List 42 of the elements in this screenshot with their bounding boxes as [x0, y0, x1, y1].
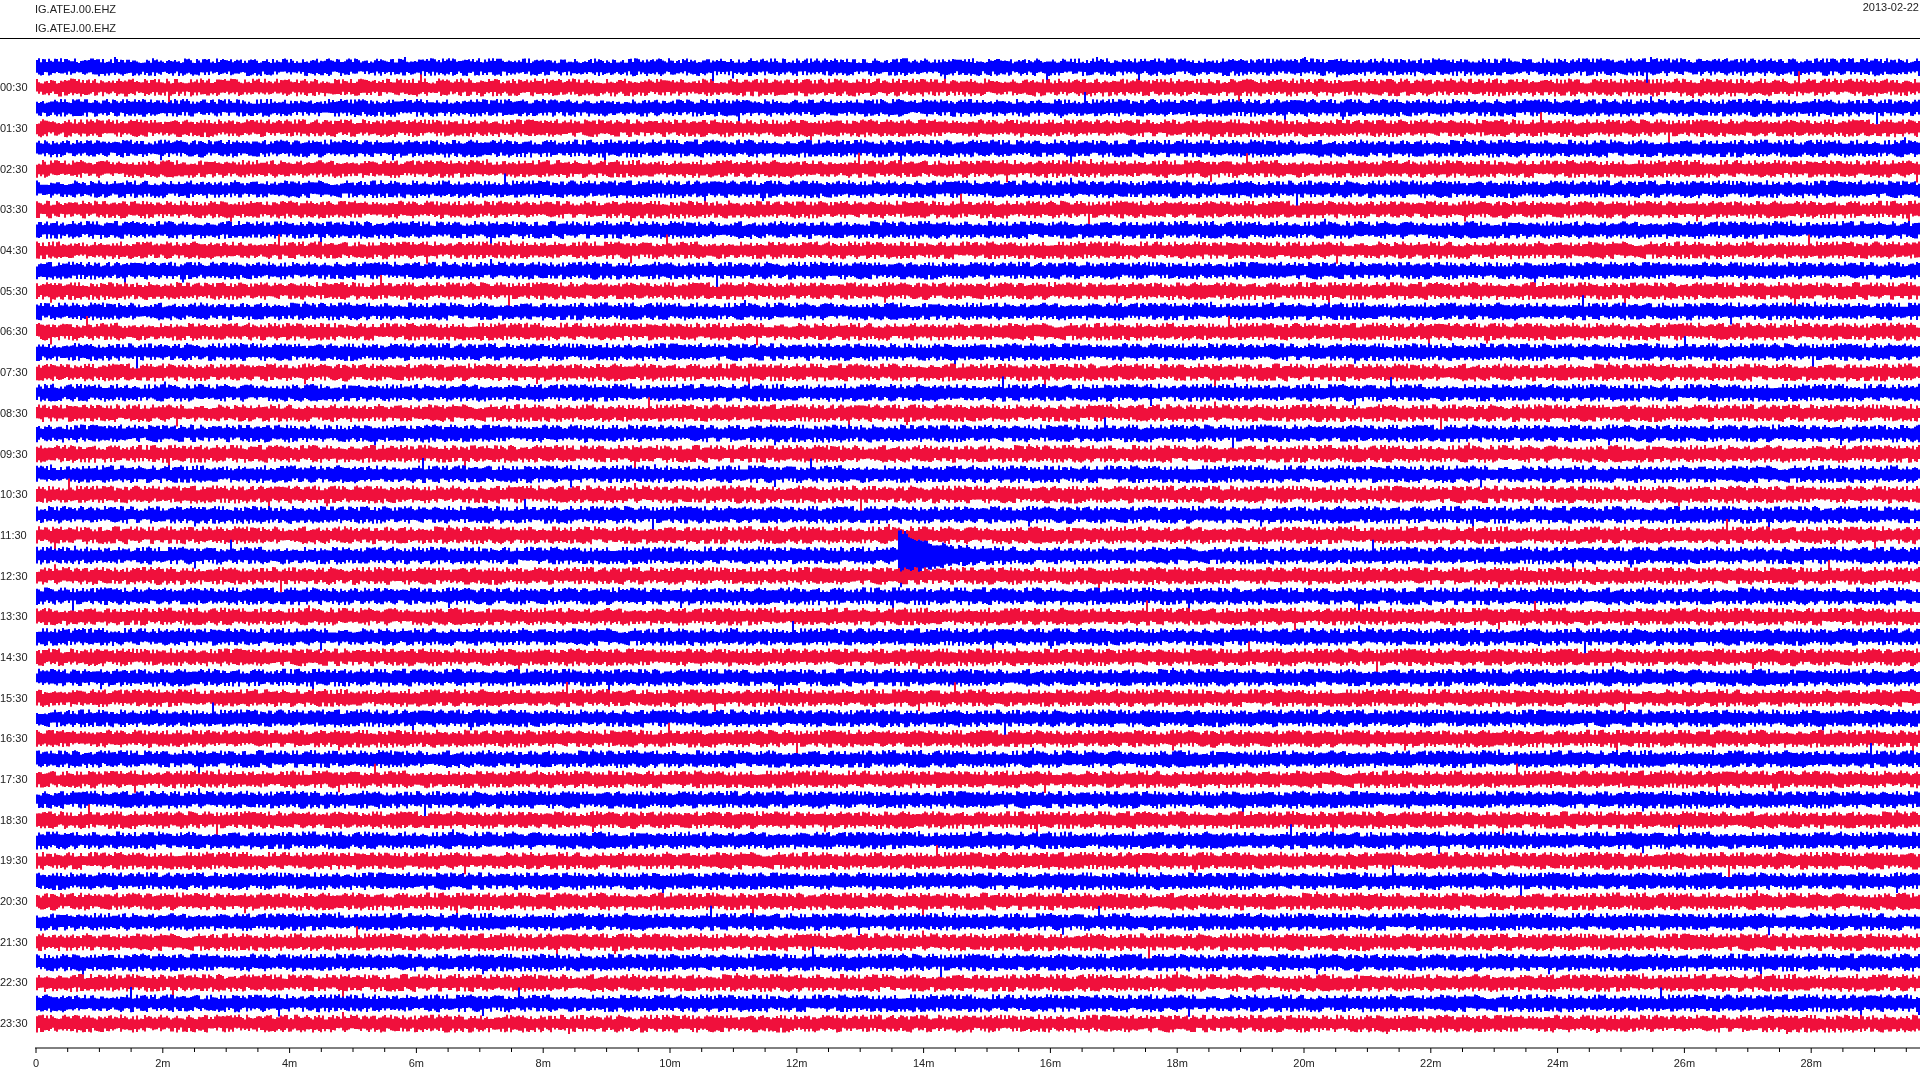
hour-label: 19:30: [0, 854, 28, 867]
tick-label: 20m: [1293, 1057, 1315, 1069]
hour-label: 02:30: [0, 162, 28, 175]
hour-label: 03:30: [0, 203, 28, 216]
hour-label: 15:30: [0, 691, 28, 704]
hour-label: 12:30: [0, 569, 28, 582]
tick-label: 6m: [408, 1057, 425, 1069]
hour-label: 11:30: [0, 528, 27, 541]
tick-label: 2m: [155, 1057, 171, 1069]
hour-label: 18:30: [0, 813, 28, 826]
hour-label: 00:30: [0, 81, 28, 94]
tick-label: 28m: [1800, 1057, 1822, 1069]
hour-label: 20:30: [0, 895, 28, 908]
station-label: IG.ATEJ.00.EHZ: [35, 2, 117, 17]
tick-label: 14m: [912, 1057, 935, 1069]
hour-label: 05:30: [0, 284, 28, 297]
hour-label: 17:30: [0, 773, 28, 786]
hour-label: 01:30: [0, 122, 28, 135]
hour-label: 09:30: [0, 447, 28, 460]
tick-label: 22m: [1420, 1057, 1442, 1069]
tick-label: 10m: [659, 1057, 681, 1069]
tick-label: 0: [32, 1057, 40, 1069]
hour-label: 04:30: [0, 244, 28, 257]
tick-label: 4m: [281, 1057, 298, 1069]
tick-label: 24m: [1546, 1057, 1569, 1069]
hour-label: 10:30: [0, 488, 28, 501]
hour-label: 22:30: [0, 976, 28, 989]
hour-label: 08:30: [0, 406, 28, 419]
tick-label: 26m: [1673, 1057, 1696, 1069]
tick-label: 12m: [786, 1057, 808, 1069]
tick-label: 18m: [1166, 1057, 1188, 1069]
hour-label: 07:30: [0, 366, 28, 379]
tick-label: 8m: [535, 1057, 551, 1069]
hour-label: 14:30: [0, 650, 28, 663]
date-label: 2013-02-22: [1862, 0, 1920, 15]
hour-label: 16:30: [0, 732, 28, 745]
hour-label: 23:30: [0, 1017, 28, 1030]
hour-label: 21:30: [0, 935, 28, 948]
tick-label: 16m: [1039, 1057, 1062, 1069]
station-label: IG.ATEJ.00.EHZ: [35, 21, 117, 36]
hour-label: 06:30: [0, 325, 28, 338]
hour-label: 13:30: [0, 610, 28, 623]
